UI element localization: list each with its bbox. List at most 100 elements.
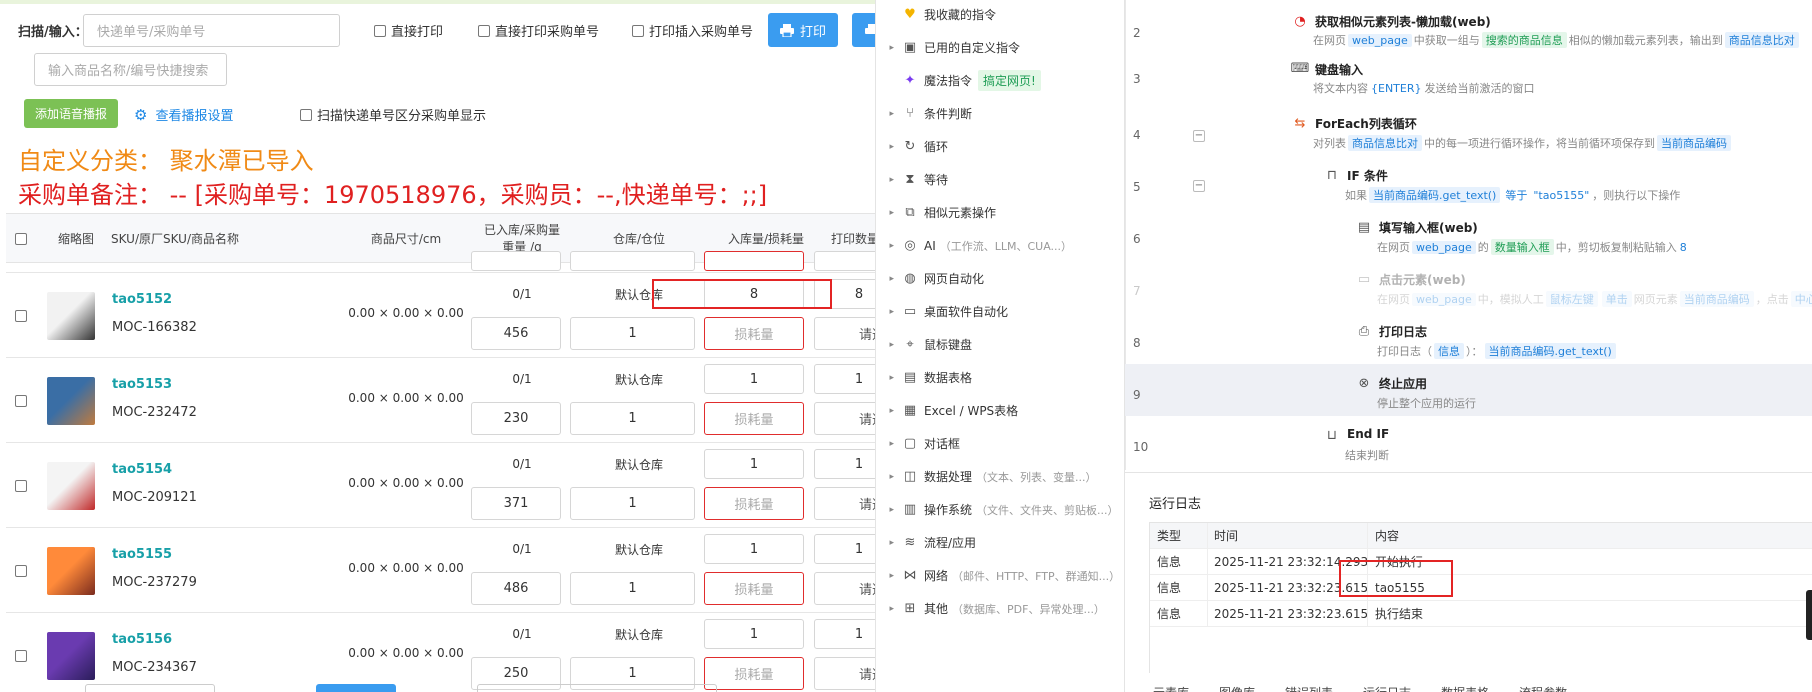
row-checkbox[interactable] xyxy=(15,479,27,492)
position-input[interactable]: 1 xyxy=(570,402,695,435)
desc-variable-tag[interactable]: web_page xyxy=(1412,241,1476,254)
bottom-tab[interactable]: 元素库 xyxy=(1153,684,1189,692)
weight-input[interactable]: 456 xyxy=(471,317,561,350)
caret-right-icon[interactable]: ▸ xyxy=(876,340,902,350)
desc-variable-tag[interactable]: 鼠标左键 xyxy=(1545,291,1598,307)
scan-input[interactable]: 快递单号/采购单号 xyxy=(83,14,340,47)
bottom-tab[interactable]: 运行日志 xyxy=(1363,684,1411,692)
command-item[interactable]: ▸ ≋ 流程/应用 xyxy=(876,526,1126,559)
caret-right-icon[interactable]: ▸ xyxy=(876,406,902,416)
caret-right-icon[interactable]: ▸ xyxy=(876,472,902,482)
command-item[interactable]: ▸ ▥ 操作系统 （文件、文件夹、剪贴板...） xyxy=(876,493,1126,526)
caret-right-icon[interactable]: ▸ xyxy=(876,241,902,251)
position-input[interactable] xyxy=(570,251,695,271)
command-item[interactable]: ▸ ⑂ 条件判断 xyxy=(876,97,1126,130)
print-template-select[interactable]: 请选 xyxy=(814,657,875,690)
command-item[interactable]: ▸ ◎ AI （工作流、LLM、CUA...） xyxy=(876,229,1126,262)
checkbox-box[interactable] xyxy=(478,24,490,37)
caret-right-icon[interactable]: ▸ xyxy=(876,175,902,185)
pager-confirm-button[interactable] xyxy=(316,684,396,692)
caret-right-icon[interactable]: ▸ xyxy=(876,274,902,284)
position-input[interactable]: 1 xyxy=(570,317,695,350)
caret-right-icon[interactable]: ▸ xyxy=(876,43,902,53)
command-item[interactable]: ▸ ⧗ 等待 xyxy=(876,163,1126,196)
flow-step[interactable]: 5 − ⊓ IF 条件 如果 当前商品编码.get_text() 等于 "tao515… xyxy=(1125,156,1812,208)
collapse-icon[interactable]: − xyxy=(1193,180,1205,192)
print-template-select[interactable]: 请选 xyxy=(814,572,875,605)
caret-right-icon[interactable]: ▸ xyxy=(876,109,902,119)
split-display-checkbox[interactable]: 扫描快递单号区分采购单显示 xyxy=(300,105,486,124)
row-select-cell[interactable] xyxy=(6,613,36,692)
print-insert-po-checkbox[interactable]: 打印插入采购单号 xyxy=(632,21,753,40)
side-scroll-handle[interactable] xyxy=(1806,590,1812,640)
loss-input[interactable]: 损耗量 xyxy=(704,657,804,690)
checkbox-box[interactable] xyxy=(632,24,644,37)
command-item[interactable]: ▸ ▦ Excel / WPS表格 xyxy=(876,394,1126,427)
print-qty-input[interactable]: 1 xyxy=(814,449,875,479)
desc-variable-tag[interactable]: web_page xyxy=(1348,34,1412,47)
flow-step[interactable]: 9 ⊗ 终止应用 停止整个应用的运行 xyxy=(1125,364,1812,416)
collapse-icon[interactable]: − xyxy=(1193,130,1205,142)
checkbox-box[interactable] xyxy=(374,24,386,37)
desc-variable-tag[interactable]: web_page xyxy=(1412,293,1476,306)
command-item[interactable]: ▸ ▣ 已用的自定义指令 xyxy=(876,31,1126,64)
desc-variable-tag[interactable]: 当前商品编码.get_text() xyxy=(1369,187,1501,203)
flow-step[interactable]: 10 ⊔ End IF 结束判断 xyxy=(1125,416,1812,468)
weight-input[interactable]: 230 xyxy=(471,402,561,435)
command-item[interactable]: ▸ ⧉ 相似元素操作 xyxy=(876,196,1126,229)
command-item[interactable]: ▸ ▢ 对话框 xyxy=(876,427,1126,460)
loss-input[interactable]: 损耗量 xyxy=(704,402,804,435)
command-item[interactable]: ▸ ◍ 网页自动化 xyxy=(876,262,1126,295)
caret-right-icon[interactable]: ▸ xyxy=(876,373,902,383)
print-template-select[interactable]: 请选 xyxy=(814,317,875,350)
flow-step[interactable]: 8 ⎙ 打印日志 打印日志（ 信息）： 当前商品编码.get_text() xyxy=(1125,312,1812,364)
desc-variable-tag[interactable]: 商品信息比对 xyxy=(1724,32,1799,48)
command-item[interactable]: ✦ 魔法指令 搞定网页! xyxy=(876,64,1126,97)
row-checkbox[interactable] xyxy=(15,309,27,322)
desc-variable-tag[interactable]: 商品信息比对 xyxy=(1348,135,1422,151)
inbound-qty-input[interactable]: 1 xyxy=(704,364,804,394)
command-item[interactable]: ▸ ⌖ 鼠标键盘 xyxy=(876,328,1126,361)
bottom-tab[interactable]: 流程参数 xyxy=(1519,684,1567,692)
caret-right-icon[interactable]: ▸ xyxy=(876,142,902,152)
desc-variable-tag[interactable]: 信息 xyxy=(1434,343,1464,359)
bottom-tab[interactable]: 错误列表 xyxy=(1285,684,1333,692)
sku-link[interactable]: tao5156 xyxy=(112,632,172,647)
row-select-cell[interactable] xyxy=(6,273,36,358)
print-qty-input[interactable]: 1 xyxy=(814,364,875,394)
inbound-qty-input[interactable]: 1 xyxy=(704,619,804,649)
command-item[interactable]: ▸ ▭ 桌面软件自动化 xyxy=(876,295,1126,328)
inbound-qty-input[interactable]: 1 xyxy=(704,534,804,564)
bottom-tab[interactable]: 数据表格 xyxy=(1441,684,1489,692)
weight-input[interactable] xyxy=(471,251,561,271)
command-item[interactable]: ♥ 我收藏的指令 xyxy=(876,0,1126,31)
command-item[interactable]: ▸ ◫ 数据处理 （文本、列表、变量...） xyxy=(876,460,1126,493)
pager-input[interactable] xyxy=(477,684,717,692)
voice-settings-link[interactable]: ⚙ 查看播报设置 xyxy=(134,105,233,125)
desc-element-tag[interactable]: 数量输入框 xyxy=(1490,239,1554,255)
caret-right-icon[interactable]: ▸ xyxy=(876,604,902,614)
print-template-select[interactable]: 请选 xyxy=(814,402,875,435)
caret-right-icon[interactable]: ▸ xyxy=(876,505,902,515)
caret-right-icon[interactable]: ▸ xyxy=(876,307,902,317)
desc-element-tag[interactable]: 搜索的商品信息 xyxy=(1481,32,1567,48)
weight-input[interactable]: 486 xyxy=(471,572,561,605)
flow-step[interactable]: 4 − ⇆ ForEach列表循环 对列表 商品信息比对 中的每一项进行循环操作，将… xyxy=(1125,104,1812,156)
command-item[interactable]: ▸ ⊞ 其他 （数据库、PDF、异常处理...） xyxy=(876,592,1126,625)
bottom-tab[interactable]: 图像库 xyxy=(1219,684,1255,692)
desc-variable-tag[interactable]: 单击 xyxy=(1601,291,1632,307)
sku-link[interactable]: tao5155 xyxy=(112,547,172,562)
select-all-checkbox[interactable] xyxy=(15,233,27,245)
command-item[interactable]: ▸ ↻ 循环 xyxy=(876,130,1126,163)
select-all-cell[interactable] xyxy=(6,214,36,264)
caret-right-icon[interactable]: ▸ xyxy=(876,439,902,449)
caret-right-icon[interactable]: ▸ xyxy=(876,538,902,548)
loss-input[interactable]: 损耗量 xyxy=(704,572,804,605)
caret-right-icon[interactable]: ▸ xyxy=(876,571,902,581)
flow-step[interactable]: 3 ⌨ 键盘输入 将文本内容 {ENTER} 发送给当前激活的窗口 xyxy=(1125,52,1812,104)
desc-variable-tag[interactable]: 当前商品编码 xyxy=(1657,135,1731,151)
row-select-cell[interactable] xyxy=(6,443,36,528)
checkbox-box[interactable] xyxy=(300,108,312,121)
row-checkbox[interactable] xyxy=(15,394,27,407)
loss-input[interactable] xyxy=(704,251,804,271)
